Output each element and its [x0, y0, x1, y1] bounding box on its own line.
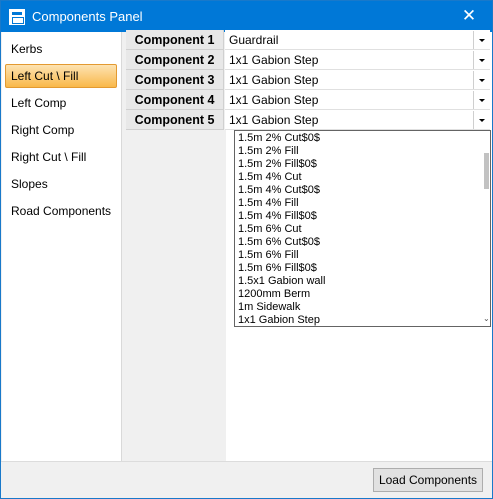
- component-3-select[interactable]: 1x1 Gabion Step: [225, 70, 490, 90]
- sidebar-item-road-components[interactable]: Road Components: [5, 199, 117, 223]
- component-4-label: Component 4: [126, 90, 224, 110]
- window-title: Components Panel: [32, 9, 143, 24]
- window-icon: [9, 9, 25, 25]
- close-button[interactable]: ✕: [446, 1, 492, 32]
- close-icon: ✕: [461, 6, 477, 26]
- component-5-dropdown-list[interactable]: 1.5m 2% Cut$0$ 1.5m 2% Fill 1.5m 2% Fill…: [234, 130, 491, 327]
- chevron-down-icon[interactable]: [473, 71, 489, 89]
- component-2-label: Component 2: [126, 50, 224, 70]
- dropdown-scrollbar[interactable]: ⌄: [482, 131, 490, 326]
- load-components-button[interactable]: Load Components: [373, 468, 483, 492]
- dropdown-option[interactable]: 1.5x1 Gabion wall: [238, 275, 325, 288]
- dropdown-option[interactable]: 1.5m 6% Cut$0$: [238, 236, 320, 249]
- component-5-label: Component 5: [126, 110, 224, 130]
- dropdown-option[interactable]: 1.5m 2% Fill: [238, 145, 299, 158]
- sidebar-item-left-cut-fill[interactable]: Left Cut \ Fill: [5, 64, 117, 88]
- component-row-1: Component 1 Guardrail: [126, 30, 490, 50]
- dropdown-option[interactable]: 1.5m 2% Fill$0$: [238, 158, 317, 171]
- category-list[interactable]: Kerbs Left Cut \ Fill Left Comp Right Co…: [2, 32, 122, 462]
- title-bar[interactable]: Components Panel ✕: [1, 1, 492, 32]
- sidebar-item-right-comp[interactable]: Right Comp: [5, 118, 117, 142]
- component-row-3: Component 3 1x1 Gabion Step: [126, 70, 490, 90]
- component-3-value: 1x1 Gabion Step: [229, 73, 319, 87]
- component-1-value: Guardrail: [229, 33, 279, 47]
- chevron-down-icon[interactable]: [473, 51, 489, 69]
- component-5-value: 1x1 Gabion Step: [229, 113, 319, 127]
- sidebar-item-left-comp[interactable]: Left Comp: [5, 91, 117, 115]
- component-3-label: Component 3: [126, 70, 224, 90]
- dropdown-option[interactable]: 1.5m 6% Fill$0$: [238, 262, 317, 275]
- component-1-label: Component 1: [126, 30, 224, 50]
- dropdown-option[interactable]: 1200mm Berm: [238, 288, 310, 301]
- dropdown-option[interactable]: 1m Sidewalk: [238, 301, 300, 314]
- sidebar-item-slopes[interactable]: Slopes: [5, 172, 117, 196]
- dropdown-option[interactable]: 1.5m 4% Cut$0$: [238, 184, 320, 197]
- dropdown-option[interactable]: 1.5m 2% Cut$0$: [238, 132, 320, 145]
- component-row-5: Component 5 1x1 Gabion Step: [126, 110, 490, 130]
- component-5-select[interactable]: 1x1 Gabion Step: [225, 110, 490, 130]
- component-1-select[interactable]: Guardrail: [225, 30, 490, 50]
- sidebar-item-right-cut-fill[interactable]: Right Cut \ Fill: [5, 145, 117, 169]
- dropdown-option[interactable]: 1x1 Gabion Step: [238, 314, 320, 326]
- component-row-4: Component 4 1x1 Gabion Step: [126, 90, 490, 110]
- dropdown-option[interactable]: 1.5m 4% Fill: [238, 197, 299, 210]
- dropdown-option[interactable]: 1.5m 6% Fill: [238, 249, 299, 262]
- chevron-down-icon[interactable]: [473, 31, 489, 49]
- scroll-down-icon[interactable]: ⌄: [483, 314, 490, 324]
- component-row-2: Component 2 1x1 Gabion Step: [126, 50, 490, 70]
- component-2-value: 1x1 Gabion Step: [229, 53, 319, 67]
- dropdown-option[interactable]: 1.5m 6% Cut: [238, 223, 302, 236]
- chevron-down-icon[interactable]: [473, 91, 489, 109]
- scrollbar-thumb[interactable]: [484, 153, 489, 189]
- component-2-select[interactable]: 1x1 Gabion Step: [225, 50, 490, 70]
- chevron-down-icon[interactable]: [473, 111, 489, 129]
- sidebar-item-kerbs[interactable]: Kerbs: [5, 37, 117, 61]
- component-4-select[interactable]: 1x1 Gabion Step: [225, 90, 490, 110]
- component-4-value: 1x1 Gabion Step: [229, 93, 319, 107]
- dropdown-option[interactable]: 1.5m 4% Cut: [238, 171, 302, 184]
- dropdown-option[interactable]: 1.5m 4% Fill$0$: [238, 210, 317, 223]
